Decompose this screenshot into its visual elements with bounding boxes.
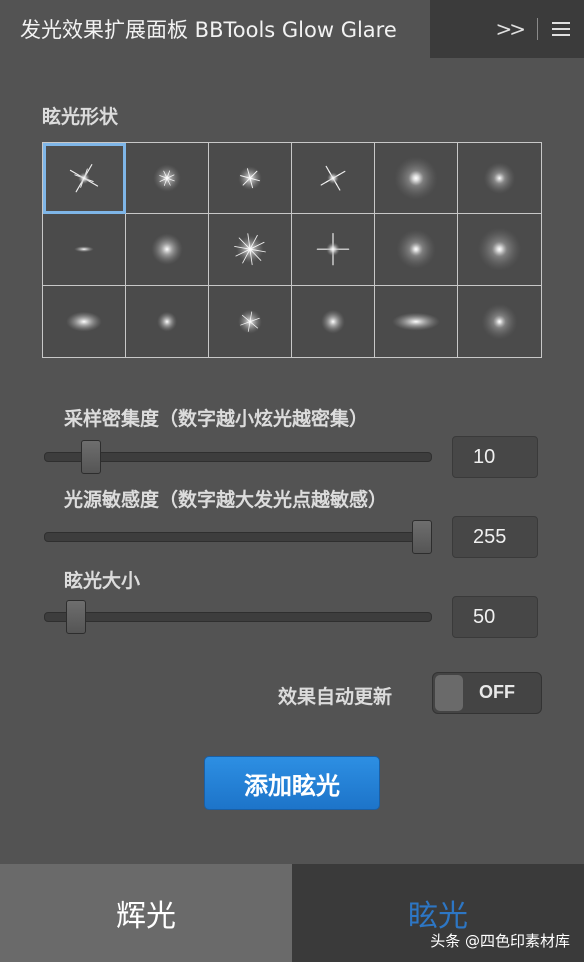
- light-sensitivity-input[interactable]: 255: [452, 516, 538, 558]
- watermark: 头条 @四色印素材库: [430, 930, 570, 951]
- panel-controls: >>: [430, 0, 584, 58]
- glare-shape-soft-dot-burst[interactable]: [126, 143, 209, 215]
- expand-panel-button[interactable]: >>: [495, 17, 525, 41]
- add-glare-button[interactable]: 添加眩光: [204, 756, 380, 810]
- glare-shape-ringed-orb[interactable]: [375, 214, 458, 286]
- glare-shape-starburst-rays[interactable]: [209, 214, 292, 286]
- glare-shape-label: 眩光形状: [42, 106, 119, 128]
- glare-shape-elliptic-glow[interactable]: [43, 285, 126, 357]
- glare-shape-star-4-point[interactable]: [43, 143, 126, 215]
- glare-preview-icon: [153, 164, 181, 192]
- sampling-density-label: 采样密集度（数字越小炫光越密集）: [64, 408, 369, 430]
- glare-preview-icon: [151, 233, 183, 266]
- light-sensitivity-slider[interactable]: [44, 520, 432, 554]
- glare-preview-icon: [396, 229, 436, 270]
- panel-titlebar: 发光效果扩展面板 BBTools Glow Glare >>: [0, 0, 584, 58]
- toggle-knob: [435, 675, 463, 711]
- glare-preview-icon: [74, 246, 94, 253]
- glare-preview-icon: [483, 162, 516, 194]
- glare-preview-icon: [157, 311, 177, 332]
- glare-size-label: 眩光大小: [64, 570, 141, 592]
- glare-shape-star-sparkle[interactable]: [209, 285, 292, 357]
- light-sensitivity-label: 光源敏感度（数字越大发光点越敏感）: [64, 489, 388, 511]
- glare-shape-cross-flare[interactable]: [292, 214, 375, 286]
- panel-tab[interactable]: 发光效果扩展面板 BBTools Glow Glare: [0, 0, 430, 58]
- glare-shape-horizontal-ellipse[interactable]: [375, 285, 458, 357]
- glare-shape-small-streak[interactable]: [43, 214, 126, 286]
- glare-preview-icon: [69, 164, 99, 193]
- panel-title: 发光效果扩展面板 BBTools Glow Glare: [20, 18, 397, 42]
- glare-preview-icon: [320, 165, 346, 191]
- glare-preview-icon: [234, 233, 266, 266]
- sampling-density-slider[interactable]: [44, 440, 432, 474]
- glare-preview-icon: [316, 233, 350, 266]
- glare-preview-icon: [321, 309, 345, 334]
- panel-menu-icon[interactable]: [552, 22, 570, 36]
- glare-shape-small-dot-glow[interactable]: [126, 285, 209, 357]
- control-divider: [537, 18, 538, 40]
- glare-preview-icon: [392, 312, 440, 331]
- slider-track: [44, 452, 432, 462]
- glare-shape-star-x-flare[interactable]: [292, 143, 375, 215]
- slider-track: [44, 612, 432, 622]
- slider-thumb[interactable]: [66, 600, 86, 634]
- glare-preview-icon: [238, 166, 262, 190]
- watermark-text: 头条 @四色印素材库: [430, 932, 570, 950]
- glare-preview-icon: [238, 309, 262, 334]
- toggle-state: OFF: [479, 682, 515, 702]
- glare-size-input[interactable]: 50: [452, 596, 538, 638]
- slider-track: [44, 532, 432, 542]
- glare-shape-cloud-orb[interactable]: [126, 214, 209, 286]
- auto-update-toggle[interactable]: OFF: [432, 672, 542, 714]
- glare-preview-icon: [478, 228, 521, 271]
- glare-preview-icon: [481, 303, 518, 340]
- glare-shape-sparkle-cluster[interactable]: [209, 143, 292, 215]
- glare-shape-soft-orb[interactable]: [458, 143, 541, 215]
- glare-preview-icon: [394, 156, 438, 200]
- slider-thumb[interactable]: [81, 440, 101, 474]
- auto-update-label: 效果自动更新: [278, 686, 393, 708]
- glare-shape-large-soft-orb[interactable]: [458, 214, 541, 286]
- glare-shape-round-glow[interactable]: [292, 285, 375, 357]
- slider-thumb[interactable]: [412, 520, 432, 554]
- sampling-density-input[interactable]: 10: [452, 436, 538, 478]
- glare-preview-icon: [66, 311, 102, 332]
- glare-size-slider[interactable]: [44, 600, 432, 634]
- glare-shape-halo-orb[interactable]: [375, 143, 458, 215]
- glare-shape-dim-orb[interactable]: [458, 285, 541, 357]
- tab-glow[interactable]: 辉光: [0, 864, 292, 962]
- glare-shape-grid: [42, 142, 542, 358]
